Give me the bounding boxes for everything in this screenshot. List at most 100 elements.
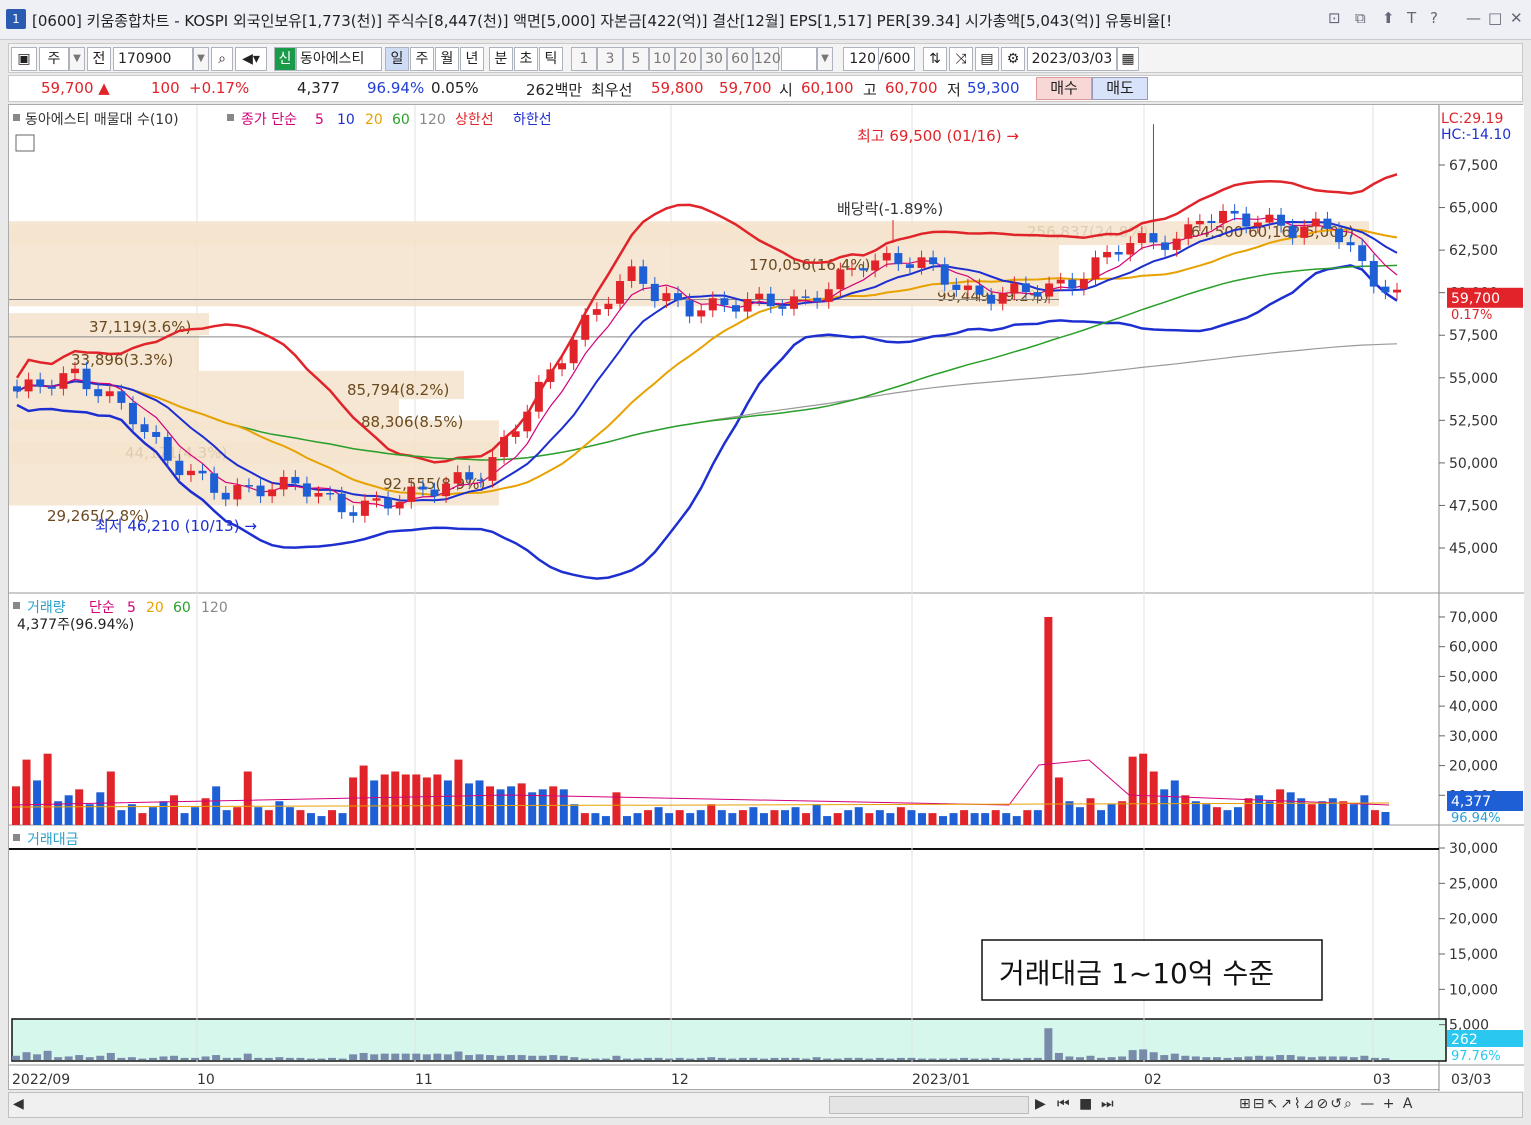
period-day[interactable]: 일 <box>385 47 409 71</box>
restore-icon[interactable]: ⧉ <box>1355 9 1366 27</box>
amount-bar <box>675 1057 684 1060</box>
custom-interval-input[interactable] <box>781 47 817 71</box>
amount-bar <box>665 1058 674 1060</box>
period-week[interactable]: 주 <box>410 47 434 71</box>
interval-3[interactable]: 3 <box>597 47 623 71</box>
volume-bar <box>349 777 358 825</box>
help-icon[interactable]: ? <box>1430 9 1438 27</box>
amount-bar <box>222 1057 231 1060</box>
chevron-down-icon[interactable]: ▼ <box>69 47 85 71</box>
buy-button[interactable]: 매수 <box>1036 77 1092 100</box>
amount-bar <box>1023 1057 1032 1060</box>
drawing-tools[interactable]: ⊞⊟↖↗⌇⊿⊘↺⌕ — + A <box>1239 1096 1414 1112</box>
legend-vol-ma5[interactable]: 5 <box>127 600 136 616</box>
legend-profile[interactable]: 동아에스티 매물대 수(10) <box>25 112 179 128</box>
interval-120[interactable]: 120 <box>753 47 781 71</box>
close-icon[interactable]: ✕ <box>1510 9 1523 27</box>
period-month[interactable]: 월 <box>435 47 459 71</box>
x-label-oct: 10 <box>197 1072 215 1088</box>
interval-1[interactable]: 1 <box>571 47 597 71</box>
play-button[interactable]: ▶ <box>1035 1096 1046 1112</box>
trade-amount: 262백만 <box>526 81 583 99</box>
candle-body <box>1184 224 1193 239</box>
interval-5[interactable]: 5 <box>623 47 649 71</box>
interval-20[interactable]: 20 <box>675 47 701 71</box>
legend-upper-band[interactable]: 상한선 <box>455 112 494 128</box>
scroll-left-button[interactable]: ◀ <box>13 1096 24 1112</box>
sell-button[interactable]: 매도 <box>1092 77 1148 100</box>
legend-amount[interactable]: 거래대금 <box>27 832 79 848</box>
calendar-icon[interactable]: ▦ <box>1117 47 1139 71</box>
candle-body <box>117 391 126 403</box>
amount-bar <box>1128 1050 1137 1060</box>
amount-bar <box>1307 1057 1316 1060</box>
chevron-down-icon[interactable]: ▼ <box>817 47 833 71</box>
interval-30[interactable]: 30 <box>701 47 727 71</box>
pin-icon[interactable]: ⊡ <box>1328 9 1341 27</box>
amount-bar <box>570 1057 579 1060</box>
crosshair-icon[interactable]: ⤨ <box>949 47 973 71</box>
legend-ma-label[interactable]: 종가 단순 <box>241 112 297 128</box>
interval-10[interactable]: 10 <box>649 47 675 71</box>
maximize-icon[interactable]: □ <box>1488 9 1502 27</box>
minimize-icon[interactable]: — <box>1466 9 1481 27</box>
legend-vol-ma-label[interactable]: 단순 <box>89 600 115 616</box>
amount-bar <box>1107 1057 1116 1060</box>
chart-svg[interactable]: 29,265(2.8%)44,171(4.3%)92,555(8.9%)88,3… <box>9 105 1524 1091</box>
volume-bar <box>180 813 189 825</box>
gear-icon[interactable]: ⚙ <box>1001 47 1025 71</box>
volume-bar <box>517 783 526 825</box>
candle-body <box>128 402 137 425</box>
legend-lower-band[interactable]: 하한선 <box>513 112 552 128</box>
chart-scrollbar[interactable]: ◀ ▶ ⏮ ■ ⏭ ⊞⊟↖↗⌇⊿⊘↺⌕ — + A <box>8 1092 1523 1118</box>
forward-button[interactable]: ⏭ <box>1101 1096 1114 1112</box>
top-icon[interactable]: ⬆ <box>1382 9 1395 27</box>
period-year[interactable]: 년 <box>460 47 484 71</box>
amount-highlight-box <box>11 1018 1447 1062</box>
font-icon[interactable]: T <box>1407 9 1416 27</box>
amount-bar <box>1054 1052 1063 1060</box>
legend-ma10[interactable]: 10 <box>337 112 355 128</box>
chart-area[interactable]: 29,265(2.8%)44,171(4.3%)92,555(8.9%)88,3… <box>8 104 1524 1091</box>
stock-name-field[interactable]: 동아에스티 <box>296 47 382 71</box>
amount-bar <box>1381 1058 1390 1060</box>
search-icon[interactable]: ⌕ <box>211 47 233 71</box>
chevron-down-icon[interactable]: ▼ <box>193 47 209 71</box>
legend-volume[interactable]: 거래량 <box>27 600 66 616</box>
legend-ma60[interactable]: 60 <box>392 112 410 128</box>
candle-body <box>1311 218 1320 227</box>
layout-icon[interactable]: ▣ <box>11 47 37 71</box>
volume-bar <box>875 810 884 825</box>
period-minute[interactable]: 분 <box>489 47 513 71</box>
legend-vol-ma20[interactable]: 20 <box>146 600 164 616</box>
amount-bar <box>812 1057 821 1060</box>
volume-bar <box>127 804 136 825</box>
prev-button[interactable]: 전 <box>87 47 111 71</box>
scroll-thumb[interactable] <box>829 1096 1029 1114</box>
interval-60[interactable]: 60 <box>727 47 753 71</box>
code-input[interactable]: 170900 <box>113 47 193 71</box>
rewind-button[interactable]: ⏮ <box>1057 1096 1070 1112</box>
legend-ma20[interactable]: 20 <box>365 112 383 128</box>
count-input[interactable]: 120 <box>843 47 879 71</box>
period-second[interactable]: 초 <box>514 47 538 71</box>
legend-ma120[interactable]: 120 <box>419 112 446 128</box>
window-number-badge: 1 <box>6 9 26 29</box>
amount-bar <box>591 1058 600 1060</box>
legend-vol-ma120[interactable]: 120 <box>201 600 228 616</box>
volume-value: 4,377 <box>297 79 340 97</box>
type-select[interactable]: 주 <box>39 47 69 71</box>
volume-bar <box>54 801 63 825</box>
candle-body <box>697 310 706 317</box>
period-tick[interactable]: 틱 <box>539 47 563 71</box>
legend-vol-ma60[interactable]: 60 <box>173 600 191 616</box>
save-icon[interactable]: ▤ <box>975 47 999 71</box>
stop-button[interactable]: ■ <box>1079 1096 1092 1112</box>
candle-body <box>592 309 601 315</box>
volume-bar <box>1276 789 1285 825</box>
legend-ma5[interactable]: 5 <box>315 112 324 128</box>
table-icon[interactable] <box>15 134 35 152</box>
compare-icon[interactable]: ⇅ <box>923 47 947 71</box>
speaker-icon[interactable]: ◀▾ <box>235 47 267 71</box>
date-input[interactable]: 2023/03/03 <box>1027 47 1117 71</box>
